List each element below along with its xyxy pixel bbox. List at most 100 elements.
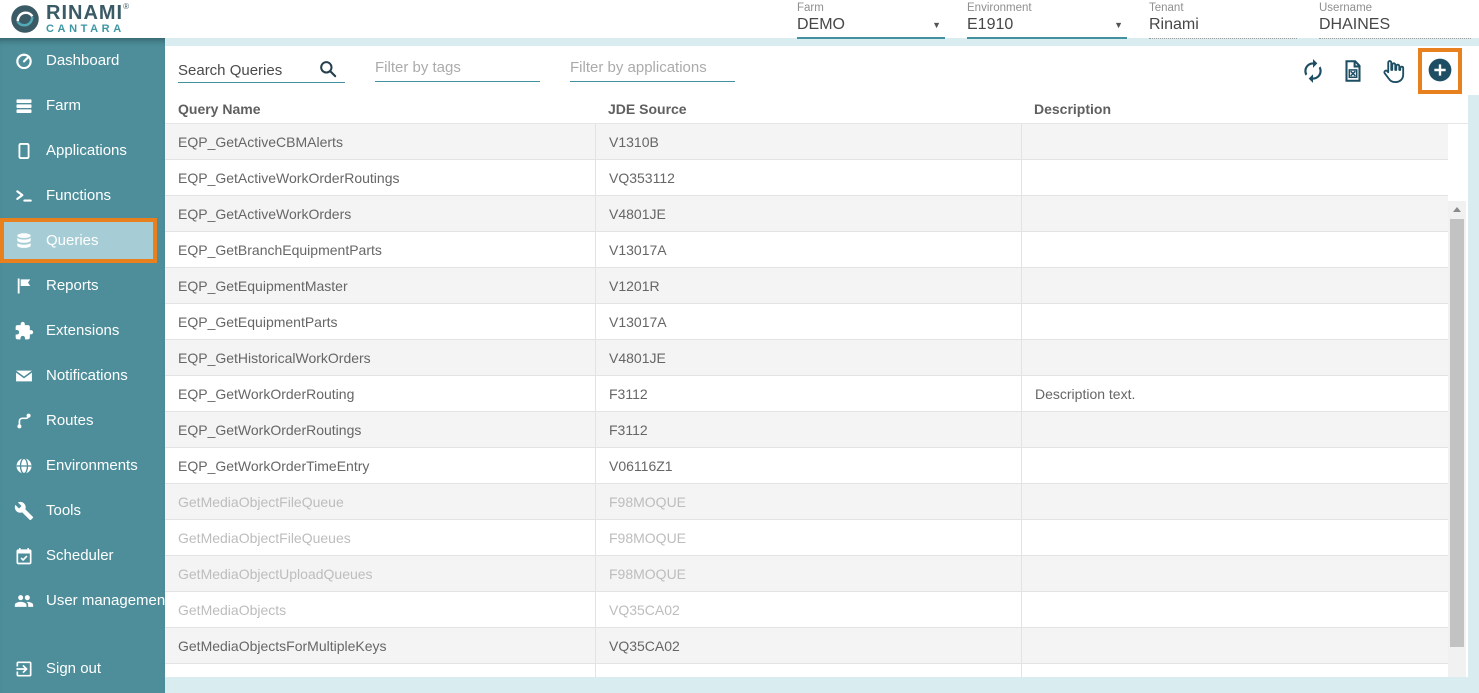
sign-out-icon xyxy=(14,659,34,679)
routes-icon xyxy=(14,411,34,431)
description-cell xyxy=(1021,628,1448,663)
table-row[interactable]: EQP_GetHistoricalWorkOrdersV4801JE xyxy=(165,340,1448,376)
jde-source-cell: V1310B xyxy=(595,124,1021,159)
sidebar-item-label: Queries xyxy=(46,232,99,249)
table-row[interactable]: EQP_GetEquipmentPartsV13017A xyxy=(165,304,1448,340)
sidebar-item-label: Applications xyxy=(46,142,127,159)
sidebar-item-user-management[interactable]: User management xyxy=(0,578,165,623)
scroll-up-arrow-icon xyxy=(1453,207,1461,212)
query-name-cell: EQP_GetActiveWorkOrders xyxy=(165,196,595,231)
table-row[interactable]: EQP_GetWorkOrderTimeEntryV06116Z1 xyxy=(165,448,1448,484)
sidebar-item-sign-out[interactable]: Sign out xyxy=(0,646,165,691)
table-row[interactable]: GetMediaObjectUploadQueuesF98MOQUE xyxy=(165,556,1448,592)
sidebar-item-tools[interactable]: Tools xyxy=(0,488,165,533)
table-row[interactable]: EQP_GetActiveWorkOrdersV4801JE xyxy=(165,196,1448,232)
notifications-icon xyxy=(14,366,34,386)
environment-label: Environment xyxy=(967,2,1127,14)
jde-source-cell: VQ353112 xyxy=(595,160,1021,195)
table-header-row: Query Name JDE Source Description xyxy=(165,95,1468,123)
query-name-cell: EQP_GetWorkOrderRoutings xyxy=(165,412,595,447)
scheduler-icon xyxy=(14,546,34,566)
description-cell xyxy=(1021,664,1448,677)
queries-icon xyxy=(14,231,34,251)
user-management-icon xyxy=(14,591,34,611)
refresh-icon xyxy=(1300,58,1326,84)
filter-tags-input[interactable] xyxy=(375,59,540,76)
scrollbar-up-button[interactable] xyxy=(1448,201,1466,217)
app-window: RINAMI® CANTARA Farm DEMO▼ Environment E… xyxy=(0,0,1479,693)
table-row[interactable]: EQP_GetWorkOrderRoutingsF3112 xyxy=(165,412,1448,448)
query-name-cell: EQP_GetActiveWorkOrderRoutings xyxy=(165,160,595,195)
applications-icon xyxy=(14,141,34,161)
table-row[interactable]: GetMediaObjectFileQueueF98MOQUE xyxy=(165,484,1448,520)
sidebar-item-label: Scheduler xyxy=(46,547,114,564)
logo-subtitle: CANTARA xyxy=(46,24,129,35)
add-query-button[interactable] xyxy=(1418,48,1462,94)
table-row[interactable]: EQP_GetEquipmentMasterV1201R xyxy=(165,268,1448,304)
table-row[interactable]: EQP_GetWorkOrderRoutingF3112Description … xyxy=(165,376,1448,412)
sidebar-item-label: Tools xyxy=(46,502,81,519)
query-name-cell: EQP_GetEquipmentMaster xyxy=(165,268,595,303)
sidebar-item-dashboard[interactable]: Dashboard xyxy=(0,38,165,83)
table-row[interactable]: GetMediaObjectsForMultipleKeysVQ35CA02 xyxy=(165,628,1448,664)
sidebar-item-scheduler[interactable]: Scheduler xyxy=(0,533,165,578)
jde-source-cell: VQ35CA02 xyxy=(595,628,1021,663)
table-row[interactable]: GetMediaObjectsVQ35CA02 xyxy=(165,592,1448,628)
vertical-scrollbar[interactable] xyxy=(1448,201,1466,677)
sidebar-item-label: Reports xyxy=(46,277,99,294)
query-name-cell: EQP_GetHistoricalWorkOrders xyxy=(165,340,595,375)
jde-source-cell: V13017A xyxy=(595,232,1021,267)
sidebar-item-environments[interactable]: Environments xyxy=(0,443,165,488)
sidebar-item-functions[interactable]: Functions xyxy=(0,173,165,218)
search-icon[interactable] xyxy=(318,59,338,79)
description-cell xyxy=(1021,484,1448,519)
description-cell xyxy=(1021,268,1448,303)
table-row[interactable]: EQP_GetBranchEquipmentPartsV13017A xyxy=(165,232,1448,268)
search-input[interactable] xyxy=(178,62,318,79)
environment-value: E1910 xyxy=(967,16,1114,34)
toolbar-background-strip xyxy=(1468,46,1479,95)
jde-source-cell: V4801JE xyxy=(595,196,1021,231)
sidebar-item-reports[interactable]: Reports xyxy=(0,263,165,308)
filter-applications-input[interactable] xyxy=(570,59,735,76)
description-cell xyxy=(1021,196,1448,231)
jde-source-cell: F98MOQUE xyxy=(595,520,1021,555)
jde-source-cell: F986110A xyxy=(595,664,1021,677)
sidebar-item-label: Functions xyxy=(46,187,111,204)
description-cell xyxy=(1021,520,1448,555)
query-name-cell: EQP_GetBranchEquipmentParts xyxy=(165,232,595,267)
query-name-cell: EQP_GetWorkOrderTimeEntry xyxy=(165,448,595,483)
farm-label: Farm xyxy=(797,2,945,14)
sidebar-item-routes[interactable]: Routes xyxy=(0,398,165,443)
table-row[interactable]: GetMediaObjectFileQueuesF98MOQUE xyxy=(165,520,1448,556)
jde-source-cell: V13017A xyxy=(595,304,1021,339)
farm-select[interactable]: Farm DEMO▼ xyxy=(797,2,945,39)
query-name-cell: EQP_GetEquipmentParts xyxy=(165,304,595,339)
hand-pointer-button[interactable] xyxy=(1380,58,1406,84)
filter-by-applications-field xyxy=(570,59,735,82)
scrollbar-thumb[interactable] xyxy=(1450,219,1464,647)
sidebar: Dashboard Farm Applications Functions Querie… xyxy=(0,38,165,693)
query-name-cell: GetMediaObjectFileQueues xyxy=(165,520,595,555)
app-logo: RINAMI® CANTARA xyxy=(10,3,129,35)
sidebar-item-queries[interactable]: Queries xyxy=(0,218,157,263)
table-row[interactable]: GetNewBatchNotificationsF986110A xyxy=(165,664,1448,677)
jde-source-cell: VQ35CA02 xyxy=(595,592,1021,627)
sidebar-item-notifications[interactable]: Notifications xyxy=(0,353,165,398)
refresh-button[interactable] xyxy=(1300,58,1326,84)
sidebar-item-label: Extensions xyxy=(46,322,119,339)
sidebar-item-farm[interactable]: Farm xyxy=(0,83,165,128)
table-row[interactable]: EQP_GetActiveWorkOrderRoutingsVQ353112 xyxy=(165,160,1448,196)
sidebar-item-label: Farm xyxy=(46,97,81,114)
username-label: Username xyxy=(1319,2,1471,14)
description-cell: Description text. xyxy=(1021,376,1448,411)
sidebar-item-extensions[interactable]: Extensions xyxy=(0,308,165,353)
environment-select[interactable]: Environment E1910▼ xyxy=(967,2,1127,39)
reports-icon xyxy=(14,276,34,296)
jde-source-cell: F3112 xyxy=(595,412,1021,447)
table-row[interactable]: EQP_GetActiveCBMAlertsV1310B xyxy=(165,124,1448,160)
jde-source-cell: V1201R xyxy=(595,268,1021,303)
sidebar-item-applications[interactable]: Applications xyxy=(0,128,165,173)
rinami-logo-icon xyxy=(10,4,40,34)
export-excel-button[interactable] xyxy=(1340,58,1366,84)
